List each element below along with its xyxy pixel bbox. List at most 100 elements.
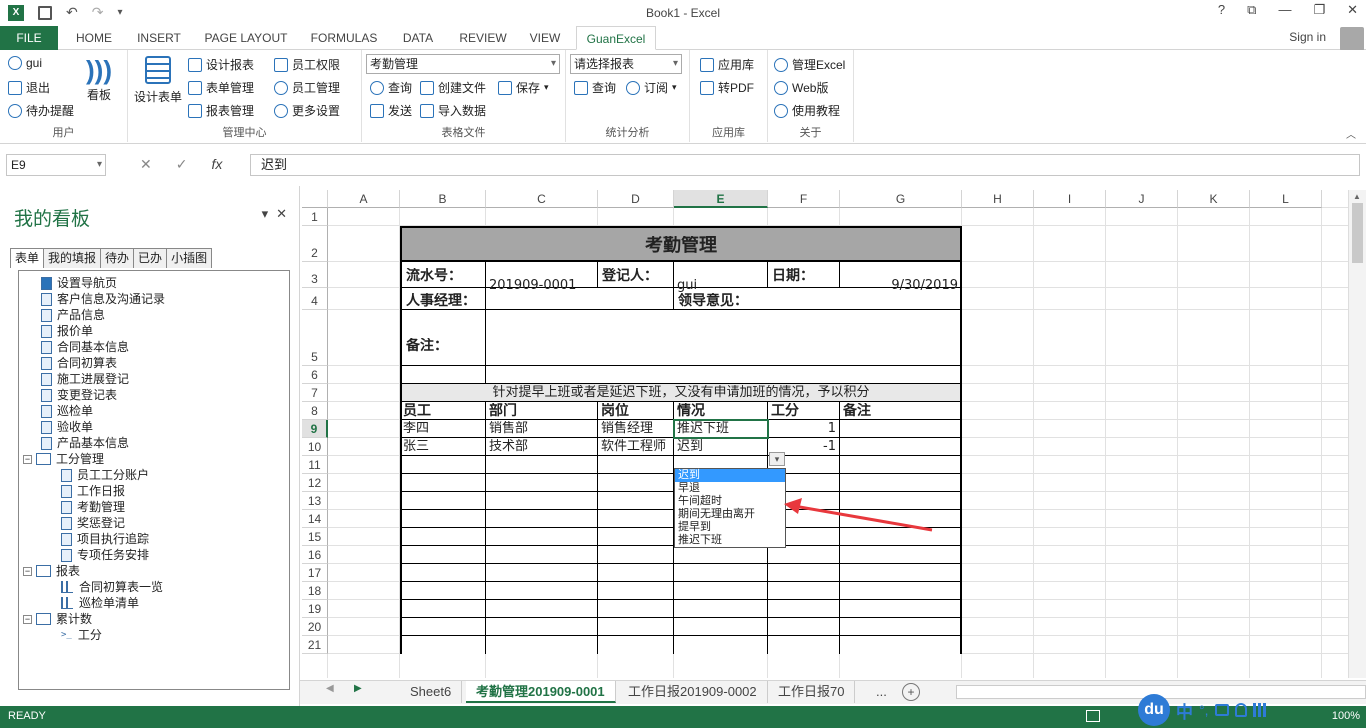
ime-menu-icon[interactable] (1252, 703, 1267, 717)
column-header[interactable]: J (1106, 190, 1178, 208)
validation-dropdown-list[interactable]: 迟到 早退 午间超时 期间无理由离开 提早到 推迟下班 (674, 468, 786, 548)
prev-sheet-icon[interactable]: ◀ (326, 683, 334, 694)
column-header[interactable]: H (962, 190, 1034, 208)
tree-item[interactable]: 报价单 (19, 323, 289, 339)
tree-collapse-toggle[interactable]: − (23, 454, 32, 464)
row-header[interactable]: 20 (302, 618, 328, 636)
tutorial-button[interactable]: 使用教程 (774, 102, 840, 119)
tree-item[interactable]: − 工分管理 (19, 451, 289, 467)
to-pdf-button[interactable]: 转PDF (700, 79, 754, 96)
tree-item[interactable]: 设置导航页 (19, 275, 289, 291)
cell-dropdown-button[interactable]: ▾ (769, 452, 785, 466)
design-report-button[interactable]: 设计报表 (188, 56, 254, 73)
ime-punct-toggle[interactable]: °, (1199, 702, 1209, 718)
worksheet-grid[interactable]: A B C D E F G H I J K L 1 2 3 4 5 6 7 8 9 10 11 12 13 14 15 16 17 18 1… (302, 190, 1348, 678)
tree-item[interactable]: 巡检单 (19, 403, 289, 419)
row-header[interactable]: 15 (302, 528, 328, 546)
active-cell[interactable] (673, 419, 769, 439)
scroll-up-icon[interactable]: ▲ (1353, 192, 1362, 201)
row-header[interactable]: 11 (302, 456, 328, 474)
user-button[interactable]: gui (8, 56, 42, 70)
add-sheet-button[interactable]: + (902, 683, 920, 701)
tree-item[interactable]: 客户信息及沟通记录 (19, 291, 289, 307)
row-header[interactable]: 16 (302, 546, 328, 564)
ribbon-display-icon[interactable]: ⧉ (1247, 2, 1256, 18)
logout-button[interactable]: 退出 (8, 79, 50, 96)
stat-query-button[interactable]: 查询 (574, 79, 616, 96)
tab-guanexcel[interactable]: GuanExcel (576, 26, 656, 50)
tree-item[interactable]: 产品基本信息 (19, 435, 289, 451)
subscribe-button[interactable]: 订阅 ▾ (626, 79, 677, 96)
enter-icon[interactable]: ✓ (176, 156, 188, 173)
minimize-button[interactable]: — (1278, 2, 1291, 18)
tree-item[interactable]: 奖惩登记 (19, 515, 289, 531)
column-header[interactable]: A (328, 190, 400, 208)
row-header[interactable]: 14 (302, 510, 328, 528)
scroll-thumb[interactable] (1352, 203, 1363, 263)
row-header[interactable]: 6 (302, 366, 328, 384)
tab-review[interactable]: REVIEW (452, 26, 514, 50)
tab-formulas[interactable]: FORMULAS (304, 26, 384, 50)
pane-tab-done[interactable]: 已办 (133, 248, 168, 268)
sheet-tab[interactable]: 工作日报70 (768, 681, 856, 703)
pane-menu-icon[interactable]: ▾ (262, 206, 269, 222)
ime-user-icon[interactable] (1234, 703, 1247, 717)
row-header[interactable]: 4 (302, 288, 328, 310)
dropdown-option[interactable]: 午间超时 (675, 495, 785, 508)
tab-insert[interactable]: INSERT (132, 26, 186, 50)
sheet-tab[interactable]: Sheet6 (400, 681, 463, 703)
tab-data[interactable]: DATA (394, 26, 442, 50)
tree-item[interactable]: − 累计数 (19, 611, 289, 627)
report-select[interactable]: 请选择报表 (570, 54, 682, 74)
ime-lang-toggle[interactable]: 中 (1176, 698, 1193, 723)
pane-tab-my-submissions[interactable]: 我的填报 (43, 248, 102, 268)
tree-item[interactable]: >_ 工分 (19, 627, 289, 643)
row-header[interactable]: 2 (302, 226, 328, 262)
avatar[interactable] (1340, 27, 1364, 51)
row-header[interactable]: 3 (302, 262, 328, 288)
tab-page-layout[interactable]: PAGE LAYOUT (198, 26, 294, 50)
dropdown-option[interactable]: 期间无理由离开 (675, 508, 785, 521)
pane-tab-todo[interactable]: 待办 (100, 248, 135, 268)
close-button[interactable]: ✕ (1347, 2, 1358, 18)
tree-item[interactable]: 员工工分账户 (19, 467, 289, 483)
name-box[interactable]: E9 (6, 154, 106, 176)
formula-input[interactable]: 迟到 (250, 154, 1360, 176)
ime-toolbox-icon[interactable] (1214, 704, 1229, 716)
column-header[interactable]: L (1250, 190, 1322, 208)
tree-item[interactable]: 合同初算表一览 (19, 579, 289, 595)
row-header[interactable]: 8 (302, 402, 328, 420)
row-header[interactable]: 9 (302, 420, 328, 438)
row-header[interactable]: 5 (302, 310, 328, 366)
tab-view[interactable]: VIEW (522, 26, 568, 50)
send-button[interactable]: 发送 (370, 102, 412, 119)
select-all-corner[interactable] (302, 190, 328, 208)
dropdown-option[interactable]: 推迟下班 (675, 534, 785, 547)
row-header[interactable]: 13 (302, 492, 328, 510)
design-form-button[interactable]: 设计表单 (134, 56, 182, 105)
tree-item[interactable]: 专项任务安排 (19, 547, 289, 563)
tree-item[interactable]: 巡检单清单 (19, 595, 289, 611)
more-settings-button[interactable]: 更多设置 (274, 102, 340, 119)
vertical-scrollbar[interactable]: ▲ (1348, 190, 1366, 678)
employee-manage-button[interactable]: 员工管理 (274, 79, 340, 96)
row-header[interactable]: 12 (302, 474, 328, 492)
tree-item[interactable]: 项目执行追踪 (19, 531, 289, 547)
cancel-icon[interactable]: ✕ (140, 156, 152, 173)
todo-reminder-button[interactable]: 待办提醒 (8, 102, 74, 119)
sign-in-link[interactable]: Sign in (1289, 30, 1326, 44)
function-icon[interactable]: fx (211, 156, 222, 173)
tree-item[interactable]: − 报表 (19, 563, 289, 579)
column-header[interactable]: C (486, 190, 598, 208)
create-file-button[interactable]: 创建文件 (420, 79, 486, 96)
column-header[interactable]: I (1034, 190, 1106, 208)
web-version-button[interactable]: Web版 (774, 79, 828, 96)
pane-close-icon[interactable]: ✕ (276, 206, 287, 222)
normal-view-icon[interactable] (1086, 710, 1100, 722)
row-header[interactable]: 18 (302, 582, 328, 600)
more-sheets-button[interactable]: ... (866, 681, 897, 703)
pane-tab-widgets[interactable]: 小插图 (166, 248, 213, 268)
tree-item[interactable]: 考勤管理 (19, 499, 289, 515)
tree-item[interactable]: 合同初算表 (19, 355, 289, 371)
ime-logo[interactable]: du (1138, 694, 1170, 726)
